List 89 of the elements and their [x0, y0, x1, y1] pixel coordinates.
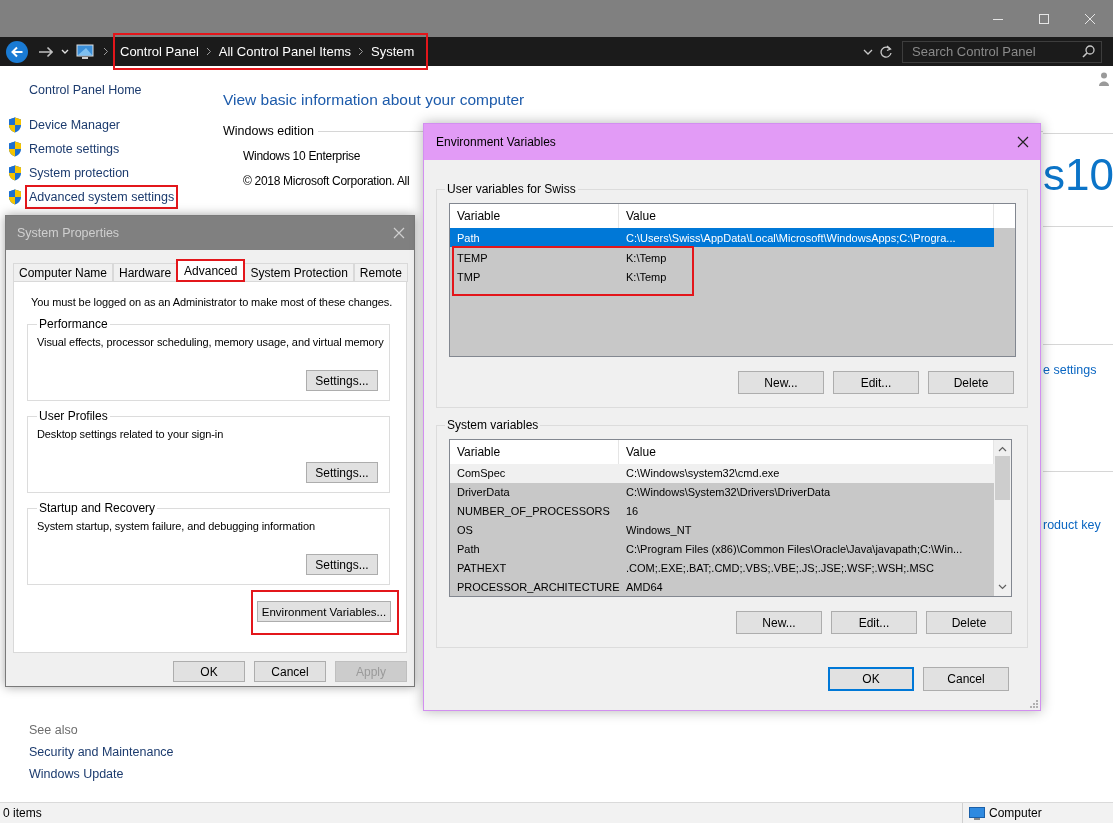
logo-text: s10: [1043, 150, 1113, 200]
breadcrumb[interactable]: System: [371, 44, 415, 59]
breadcrumb[interactable]: Control Panel: [120, 44, 199, 59]
info-text: © 2018 Microsoft Corporation. All: [243, 174, 411, 188]
group-description: Desktop settings related to your sign-in: [37, 428, 225, 440]
chevron-down-icon[interactable]: [863, 48, 873, 55]
group-title: System variables: [446, 418, 540, 432]
variable-value[interactable]: C:\Users\Swiss\AppData\Local\Microsoft\WindowsApps;C:\Progra...: [619, 228, 994, 247]
search-field[interactable]: Search Control Panel: [902, 40, 1102, 63]
notice-text: You must be logged on as an Administrator to make most of these changes.: [31, 296, 394, 308]
settings-button[interactable]: Settings...: [306, 462, 378, 483]
group-description: Visual effects, processor scheduling, memory usage, and virtual memory: [37, 336, 385, 348]
shield-icon: [8, 189, 22, 205]
sidebar-link[interactable]: Security and Maintenance: [29, 745, 215, 759]
tab[interactable]: Advanced: [176, 259, 246, 282]
computer-icon: [76, 43, 94, 60]
page-heading: View basic information about your computer: [223, 91, 526, 109]
variable-name[interactable]: NUMBER_OF_PROCESSORS: [450, 501, 619, 521]
refresh-icon[interactable]: [879, 45, 892, 58]
list-button[interactable]: Delete: [926, 611, 1012, 634]
chevron-down-icon[interactable]: [61, 48, 69, 55]
variable-name[interactable]: TMP: [454, 267, 619, 286]
sidebar-link[interactable]: Remote settings: [25, 137, 124, 161]
sidebar-link[interactable]: Control Panel Home: [29, 83, 215, 97]
variable-name[interactable]: TEMP: [454, 248, 619, 267]
section-heading: Windows edition: [223, 124, 314, 138]
settings-button[interactable]: Settings...: [306, 370, 378, 391]
resize-grip-icon[interactable]: [1029, 699, 1039, 709]
maximize-icon[interactable]: [1039, 13, 1049, 24]
computer-icon: [969, 806, 985, 820]
search-icon[interactable]: [1082, 45, 1095, 58]
group-description: System startup, system failure, and debugging information: [37, 520, 316, 532]
scroll-down-icon[interactable]: [998, 584, 1007, 590]
sidebar-link[interactable]: Windows Update: [29, 767, 215, 781]
variable-value[interactable]: C:\Program Files (x86)\Common Files\Oracle\Java\javapath;C:\Win...: [619, 539, 994, 559]
status-text: 0 items: [3, 806, 42, 820]
variable-name[interactable]: Path: [450, 539, 619, 559]
variable-name[interactable]: Path: [450, 228, 619, 247]
person-icon[interactable]: [1099, 72, 1109, 86]
dialog-button[interactable]: OK: [173, 661, 245, 682]
status-text: Computer: [989, 806, 1042, 820]
variable-value[interactable]: .COM;.EXE;.BAT;.CMD;.VBS;.VBE;.JS;.JSE;.WSF;.WSH;.MSC: [619, 558, 994, 578]
settings-button[interactable]: Settings...: [306, 554, 378, 575]
scroll-up-icon[interactable]: [998, 446, 1007, 452]
close-icon[interactable]: [1017, 136, 1029, 148]
link[interactable]: roduct key: [1043, 518, 1101, 532]
chevron-right-icon: [358, 47, 364, 56]
group-title: Startup and Recovery: [38, 501, 157, 515]
variable-name[interactable]: ComSpec: [450, 464, 619, 483]
shield-icon: [8, 117, 22, 133]
dialog-button[interactable]: Cancel: [254, 661, 326, 682]
sidebar-link[interactable]: Advanced system settings: [25, 185, 179, 209]
shield-icon: [8, 165, 22, 181]
breadcrumb[interactable]: All Control Panel Items: [218, 44, 351, 59]
list-button[interactable]: New...: [736, 611, 822, 634]
sidebar-link[interactable]: Device Manager: [25, 113, 124, 137]
variable-value[interactable]: Windows_NT: [619, 520, 994, 540]
chevron-right-icon: [103, 47, 109, 56]
section-heading: See also: [29, 723, 79, 737]
dialog-button[interactable]: OK: [828, 667, 914, 691]
variable-name[interactable]: DriverData: [450, 482, 619, 502]
list-button[interactable]: New...: [738, 371, 824, 394]
window-title: System Properties: [17, 226, 120, 240]
info-text: Windows 10 Enterprise: [243, 149, 362, 163]
link[interactable]: e settings: [1043, 363, 1097, 377]
variable-value[interactable]: C:\Windows\System32\Drivers\DriverData: [619, 482, 994, 502]
list-button[interactable]: Edit...: [833, 371, 919, 394]
back-icon[interactable]: [6, 40, 28, 63]
environment-variables-button[interactable]: Environment Variables...: [257, 601, 391, 622]
dialog-button[interactable]: Cancel: [923, 667, 1009, 691]
variable-value[interactable]: C:\Windows\system32\cmd.exe: [619, 464, 994, 483]
group-title: User variables for Swiss: [446, 182, 577, 196]
variable-value[interactable]: K:\Temp: [619, 267, 692, 286]
chevron-right-icon: [205, 47, 212, 56]
variable-value[interactable]: AMD64: [619, 577, 994, 596]
variable-name[interactable]: OS: [450, 520, 619, 540]
variable-name[interactable]: PATHEXT: [450, 558, 619, 578]
sidebar-link[interactable]: System protection: [25, 161, 134, 185]
window-title: Environment Variables: [436, 135, 556, 149]
scrollbar[interactable]: [994, 440, 1011, 596]
variable-value[interactable]: 16: [619, 501, 994, 521]
variable-value[interactable]: K:\Temp: [619, 248, 692, 267]
search-placeholder: Search Control Panel: [912, 44, 1036, 59]
shield-icon: [8, 141, 22, 157]
group-title: User Profiles: [38, 409, 109, 423]
variable-name[interactable]: PROCESSOR_ARCHITECTURE: [450, 577, 619, 596]
list-button[interactable]: Delete: [928, 371, 1014, 394]
list-button[interactable]: Edit...: [831, 611, 917, 634]
group-title: Performance: [38, 317, 109, 331]
